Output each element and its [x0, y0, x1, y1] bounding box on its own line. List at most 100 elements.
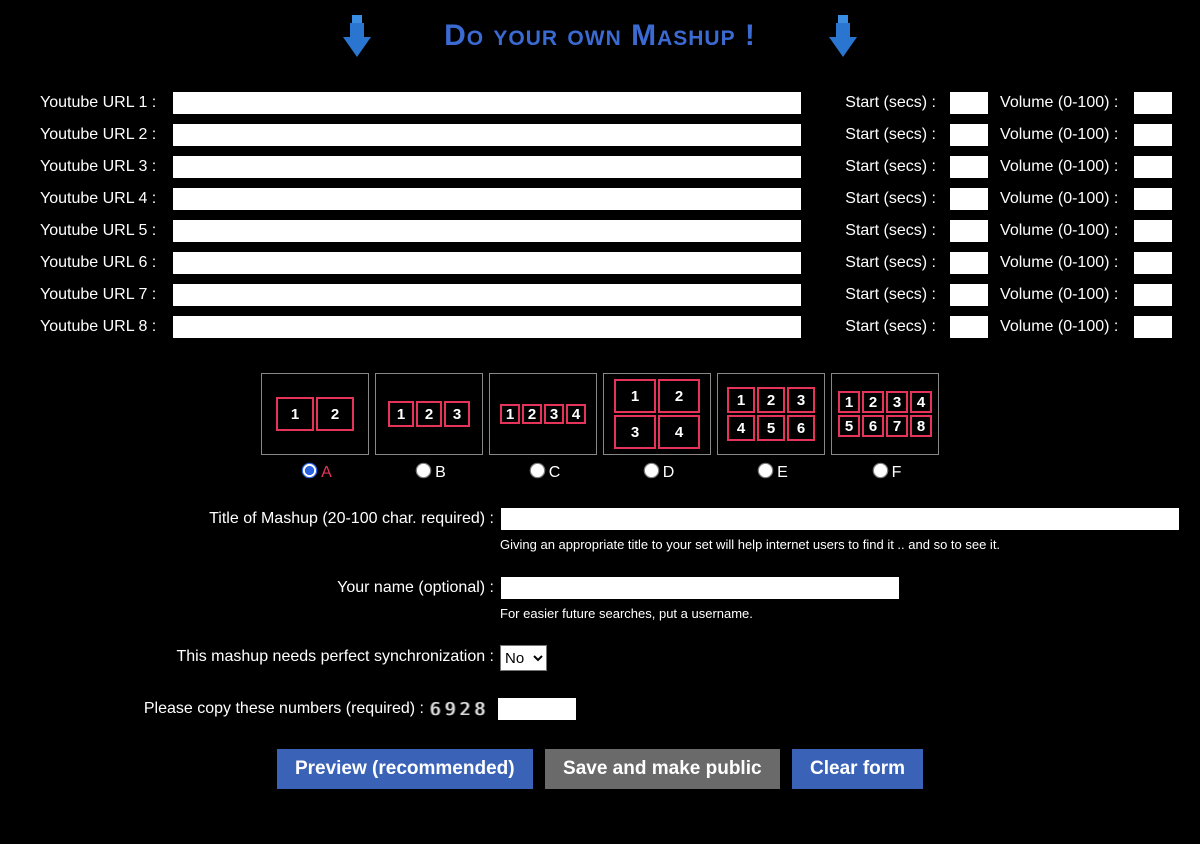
layout-radio-B: B — [375, 461, 483, 482]
start-label: Start (secs) : — [841, 279, 945, 311]
page-title-text: Do your own Mashup ! — [444, 19, 756, 52]
preview-button[interactable]: Preview (recommended) — [277, 749, 533, 789]
url-label: Youtube URL 3 : — [20, 151, 168, 183]
start-input-5[interactable] — [949, 219, 989, 243]
url-input-6[interactable] — [172, 251, 802, 275]
layout-cell: 1 — [838, 391, 860, 413]
volume-input-7[interactable] — [1133, 283, 1173, 307]
name-help: For easier future searches, put a userna… — [500, 606, 1180, 621]
layout-radio-input-C[interactable] — [529, 463, 545, 479]
volume-label: Volume (0-100) : — [996, 279, 1129, 311]
layout-cell: 1 — [388, 401, 414, 427]
layout-radio-label: E — [777, 464, 788, 481]
volume-input-6[interactable] — [1133, 251, 1173, 275]
layout-option-A: 12 A — [261, 373, 369, 482]
layout-radio-input-E[interactable] — [758, 463, 774, 479]
layout-cell: 2 — [757, 387, 785, 413]
url-label: Youtube URL 2 : — [20, 119, 168, 151]
layout-cell: 4 — [727, 415, 755, 441]
start-label: Start (secs) : — [841, 183, 945, 215]
url-input-1[interactable] — [172, 91, 802, 115]
layout-cell: 1 — [614, 379, 656, 413]
layout-cell: 4 — [566, 404, 586, 424]
volume-label: Volume (0-100) : — [996, 183, 1129, 215]
layout-preview-E[interactable]: 123456 — [717, 373, 825, 455]
layout-preview-F[interactable]: 12345678 — [831, 373, 939, 455]
layout-cell: 2 — [862, 391, 884, 413]
url-label: Youtube URL 1 : — [20, 87, 168, 119]
url-label: Youtube URL 5 : — [20, 215, 168, 247]
sync-label: This mashup needs perfect synchronizatio… — [20, 645, 500, 666]
layout-option-C: 1234 C — [489, 373, 597, 482]
layout-preview-D[interactable]: 1234 — [603, 373, 711, 455]
layout-radio-label: A — [321, 464, 332, 481]
url-row: Youtube URL 4 :Start (secs) :Volume (0-1… — [20, 183, 1180, 215]
url-input-3[interactable] — [172, 155, 802, 179]
layout-cell: 2 — [522, 404, 542, 424]
your-name-input[interactable] — [500, 576, 900, 600]
layout-preview-A[interactable]: 12 — [261, 373, 369, 455]
layout-option-F: 12345678F — [831, 373, 939, 482]
volume-input-4[interactable] — [1133, 187, 1173, 211]
url-input-2[interactable] — [172, 123, 802, 147]
layout-cell: 4 — [910, 391, 932, 413]
start-input-8[interactable] — [949, 315, 989, 339]
mashup-title-input[interactable] — [500, 507, 1180, 531]
page-title: Do your own Mashup ! — [20, 15, 1180, 59]
layout-cell: 3 — [544, 404, 564, 424]
name-label: Your name (optional) : — [20, 576, 500, 597]
captcha-input[interactable] — [497, 697, 577, 721]
url-row: Youtube URL 3 : Start (secs) : Volume (0-1… — [20, 151, 1180, 183]
url-input-4[interactable] — [172, 187, 802, 211]
layout-cell: 1 — [500, 404, 520, 424]
start-input-2[interactable] — [949, 123, 989, 147]
layout-radio-label: B — [435, 464, 446, 481]
clear-button[interactable]: Clear form — [792, 749, 923, 789]
volume-input-1[interactable] — [1133, 91, 1173, 115]
layout-radio-input-F[interactable] — [872, 463, 888, 479]
layout-cell: 2 — [658, 379, 700, 413]
layout-cell: 3 — [886, 391, 908, 413]
layout-radio-input-D[interactable] — [643, 463, 659, 479]
url-table: Youtube URL 1 : Start (secs) : Volume (0-1… — [20, 87, 1180, 343]
url-row: Youtube URL 6 :Start (secs) :Volume (0-1… — [20, 247, 1180, 279]
url-row: Youtube URL 8 :Start (secs) :Volume (0-1… — [20, 311, 1180, 343]
layout-preview-C[interactable]: 1234 — [489, 373, 597, 455]
layout-cell: 7 — [886, 415, 908, 437]
start-label: Start (secs) : — [841, 151, 945, 183]
url-label: Youtube URL 8 : — [20, 311, 168, 343]
url-input-7[interactable] — [172, 283, 802, 307]
layout-radio-label: C — [549, 464, 561, 481]
start-input-4[interactable] — [949, 187, 989, 211]
layout-preview-B[interactable]: 123 — [375, 373, 483, 455]
volume-label: Volume (0-100) : — [996, 247, 1129, 279]
captcha-label: Please copy these numbers (required) : — [20, 697, 430, 718]
layout-cell: 3 — [787, 387, 815, 413]
volume-input-5[interactable] — [1133, 219, 1173, 243]
volume-input-8[interactable] — [1133, 315, 1173, 339]
layout-radio-E: E — [717, 461, 825, 482]
layout-radio-D: D — [603, 461, 711, 482]
url-row: Youtube URL 2 :Start (secs) :Volume (0-1… — [20, 119, 1180, 151]
layout-cell: 6 — [862, 415, 884, 437]
url-input-8[interactable] — [172, 315, 802, 339]
volume-label: Volume (0-100) : — [996, 151, 1129, 183]
layout-cell: 8 — [910, 415, 932, 437]
sync-select[interactable]: NoYes — [500, 645, 547, 671]
title-label: Title of Mashup (20-100 char. required) … — [20, 507, 500, 528]
url-input-5[interactable] — [172, 219, 802, 243]
layout-radio-C: C — [489, 461, 597, 482]
layout-radio-input-A[interactable] — [302, 463, 318, 479]
start-input-6[interactable] — [949, 251, 989, 275]
layout-radio-input-B[interactable] — [416, 463, 432, 479]
save-button[interactable]: Save and make public — [545, 749, 780, 789]
start-input-7[interactable] — [949, 283, 989, 307]
start-input-3[interactable] — [949, 155, 989, 179]
url-row: Youtube URL 7 :Start (secs) :Volume (0-1… — [20, 279, 1180, 311]
volume-input-3[interactable] — [1133, 155, 1173, 179]
volume-label: Volume (0-100) : — [996, 119, 1129, 151]
volume-input-2[interactable] — [1133, 123, 1173, 147]
layout-cell: 2 — [316, 397, 354, 431]
url-label: Youtube URL 6 : — [20, 247, 168, 279]
start-input-1[interactable] — [949, 91, 989, 115]
